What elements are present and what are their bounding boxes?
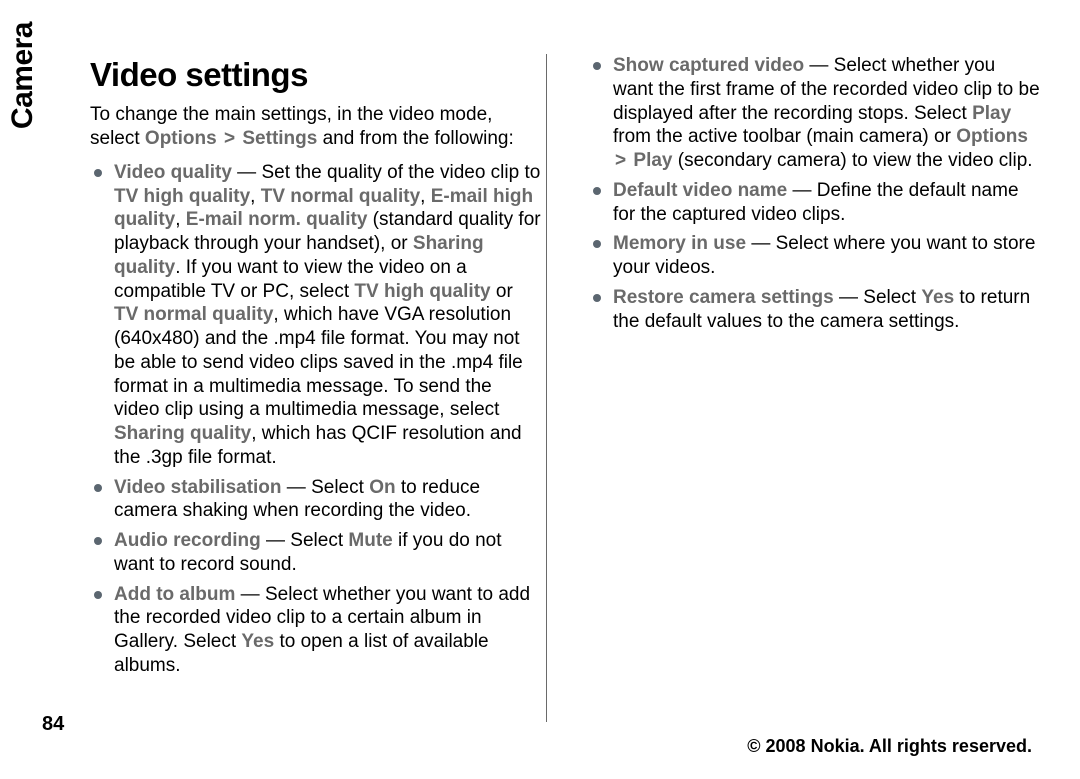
item-video-stabilisation: Video stabilisation — Select On to reduc… bbox=[90, 476, 541, 524]
item-show-captured-video: Show captured video — Select whether you… bbox=[589, 54, 1040, 173]
section-label: Camera bbox=[4, 22, 42, 129]
item-restore-camera-settings: Restore camera settings — Select Yes to … bbox=[589, 286, 1040, 334]
item-default-video-name: Default video name — Define the default … bbox=[589, 179, 1040, 227]
item-add-to-album: Add to album — Select whether you want t… bbox=[90, 583, 541, 678]
item-audio-recording: Audio recording — Select Mute if you do … bbox=[90, 529, 541, 577]
item-video-quality: Video quality — Set the quality of the v… bbox=[90, 161, 541, 470]
column-divider bbox=[546, 54, 547, 722]
manual-page: Camera Video settings To change the main… bbox=[0, 0, 1080, 779]
page-title: Video settings bbox=[90, 54, 541, 95]
copyright-footer: © 2008 Nokia. All rights reserved. bbox=[747, 735, 1032, 758]
page-number: 84 bbox=[42, 712, 64, 737]
intro-paragraph: To change the main settings, in the vide… bbox=[90, 103, 541, 151]
body-text: Video settings To change the main settin… bbox=[90, 54, 1040, 694]
item-memory-in-use: Memory in use — Select where you want to… bbox=[589, 232, 1040, 280]
